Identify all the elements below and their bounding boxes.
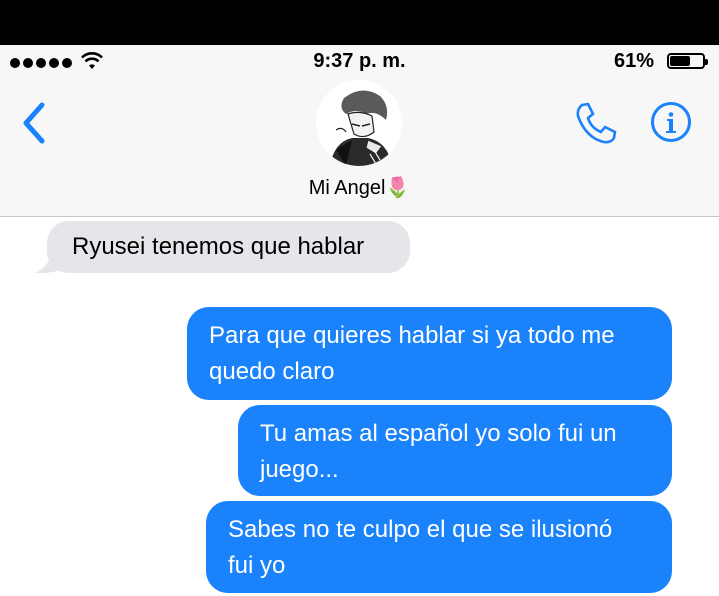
contact-name[interactable]: Mi Angel🌷 — [0, 175, 719, 200]
message-text: Ryusei tenemos que hablar — [72, 233, 365, 260]
status-bar: 9:37 p. m. 61% — [0, 45, 719, 79]
info-icon[interactable] — [651, 102, 691, 142]
avatar-illustration — [316, 80, 402, 166]
contact-avatar[interactable] — [316, 80, 402, 166]
info-glyph — [666, 112, 676, 133]
battery-icon — [667, 53, 708, 69]
message-text-line: fui yo — [228, 552, 286, 579]
phone-icon[interactable] — [574, 101, 618, 145]
message-bubble-outgoing[interactable]: Tu amas al español yo solo fui un juego.… — [238, 405, 672, 496]
message-bubble-outgoing[interactable]: Para que quieres hablar si ya todo me qu… — [187, 307, 672, 400]
tulip-emoji: 🌷 — [385, 177, 411, 199]
message-text-line: quedo claro — [209, 358, 335, 385]
battery-percent: 61% — [613, 50, 654, 72]
message-text-line: Para que quieres hablar si ya todo me — [209, 322, 615, 349]
message-bubble-outgoing[interactable]: Sabes no te culpo el que se ilusionó fui… — [206, 501, 672, 593]
message-bubble-incoming[interactable]: Ryusei tenemos que hablar — [47, 221, 410, 273]
top-black-bar — [0, 0, 719, 45]
message-text-line: Sabes no te culpo el que se ilusionó — [228, 516, 613, 543]
message-text-line: Tu amas al español yo solo fui un — [260, 420, 617, 447]
status-time: 9:37 p. m. — [313, 50, 406, 72]
back-chevron-icon[interactable] — [20, 101, 48, 145]
message-text-line: juego... — [260, 456, 339, 483]
contact-name-text: Mi Angel — [308, 177, 386, 199]
conversation-header: Mi Angel🌷 — [0, 79, 719, 217]
